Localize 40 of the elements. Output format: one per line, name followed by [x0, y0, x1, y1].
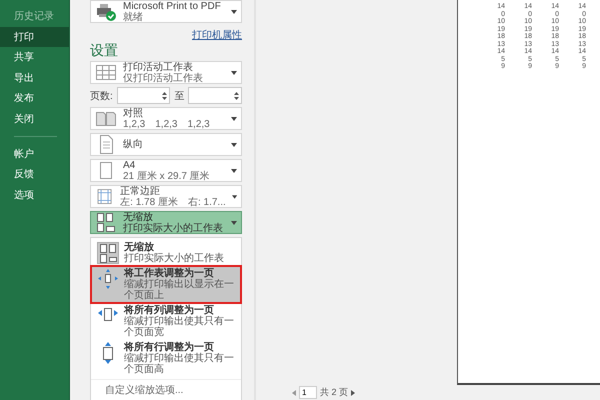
sidebar-item[interactable]: 导出	[0, 68, 69, 88]
settings-heading: 设置	[90, 42, 119, 60]
sidebar-item[interactable]: 反馈	[0, 164, 69, 184]
sidebar-item[interactable]: 共享	[0, 47, 69, 67]
page-number-field[interactable]	[188, 87, 242, 104]
spinner-icon	[162, 90, 168, 100]
caret-icon	[231, 220, 237, 224]
setting-dropdown[interactable]: 纵向	[90, 133, 242, 156]
setting-dropdown[interactable]: 对照 1,2,3 1,2,3 1,2,3	[90, 107, 242, 130]
page-number-field[interactable]	[116, 87, 170, 104]
pages-icon	[97, 242, 119, 264]
sidebar-item[interactable]: 发布	[0, 88, 69, 108]
previous-page-icon[interactable]	[292, 390, 296, 396]
setting-dropdown[interactable]: A4 21 厘米 x 29.7 厘米	[90, 159, 242, 182]
sidebar-item[interactable]: 关闭	[0, 108, 69, 128]
page-arrows-icon	[97, 268, 119, 290]
next-page-icon[interactable]	[351, 390, 356, 396]
sidebar-item[interactable]: 帐户	[0, 144, 69, 164]
menu-item[interactable]: 将工作表调整为一页 缩减打印输出以显示在一个页面上	[91, 266, 241, 303]
page-count: 共 2 页	[320, 386, 348, 399]
caret-icon	[231, 10, 237, 14]
printer-dropdown[interactable]: Microsoft Print to PDF 就绪	[90, 0, 242, 23]
setting-dropdown[interactable]: 正常边距 左: 1.78 厘米 右: 1.7...	[90, 185, 242, 208]
caret-icon	[231, 70, 237, 74]
caret-icon	[231, 168, 237, 172]
printer-properties-link[interactable]: 打印机属性	[192, 28, 242, 42]
pages-icon	[95, 212, 117, 234]
custom-scaling-menu-item[interactable]: 自定义缩放选项...	[91, 379, 241, 399]
sidebar-item[interactable]: 打印	[0, 26, 69, 46]
spinner-icon	[234, 90, 239, 100]
printer-icon	[95, 2, 117, 22]
pages-label: 页数:	[90, 90, 113, 102]
caret-icon	[232, 194, 237, 198]
setting-dropdown[interactable]: 无缩放 打印实际大小的工作表	[90, 211, 242, 234]
page-number-field[interactable]: 1	[299, 386, 317, 399]
to-label: 至	[174, 90, 184, 102]
setting-dropdown[interactable]: 打印活动工作表 仅打印活动工作表	[90, 61, 242, 84]
sidebar-item[interactable]: 选项	[0, 184, 69, 204]
caret-icon	[231, 142, 237, 146]
caret-icon	[231, 116, 237, 120]
